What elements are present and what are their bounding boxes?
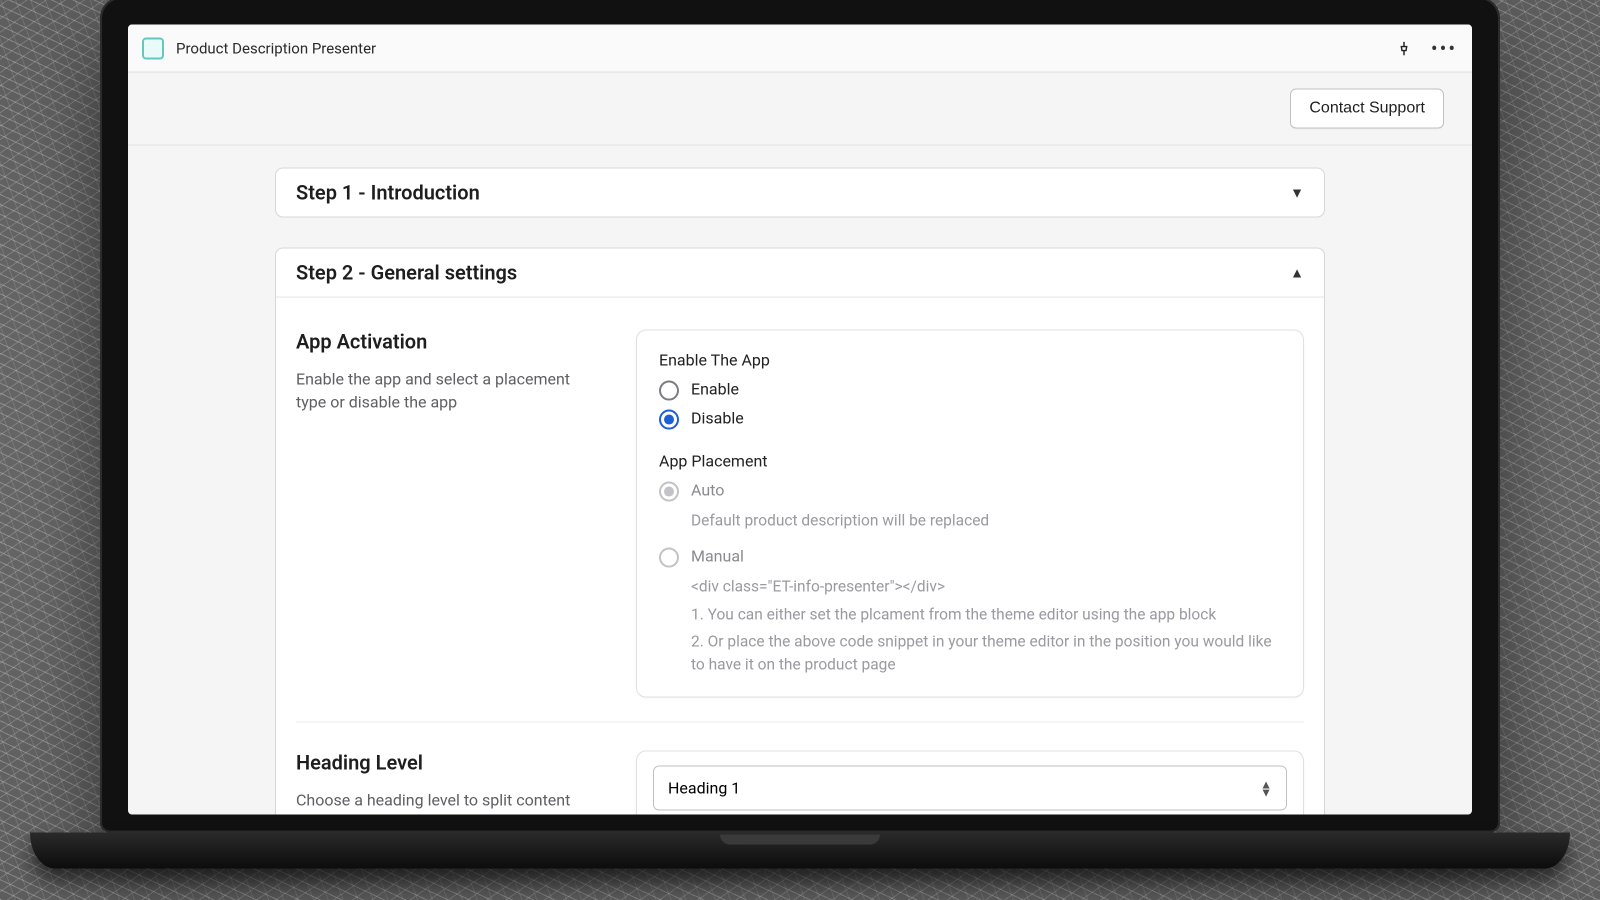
app-activation-desc: Enable the app and select a placement ty… [296,368,596,414]
action-bar: Contact Support [128,73,1472,146]
manual-help2: 2. Or place the above code snippet in yo… [691,630,1281,677]
step2-title: Step 2 - General settings [296,261,517,285]
more-icon[interactable]: ••• [1430,34,1458,62]
heading-level-select[interactable]: Heading 1 ▲▼ [653,766,1287,811]
radio-auto-label: Auto [691,481,724,500]
step1-header[interactable]: Step 1 - Introduction ▼ [276,169,1324,217]
app-activation-heading: App Activation [296,330,596,354]
radio-auto-help: Default product description will be repl… [691,510,1281,533]
laptop-base [30,833,1570,869]
section-heading-level: Heading Level Choose a heading level to … [296,722,1304,815]
placement-label: App Placement [659,452,1281,471]
heading-level-desc: Choose a heading level to split content … [296,789,596,815]
radio-auto-input[interactable] [659,482,679,502]
step2-body: App Activation Enable the app and select… [276,297,1324,815]
radio-enable[interactable]: Enable [659,380,1281,401]
chevron-up-icon: ▲ [1290,264,1304,281]
step2-header[interactable]: Step 2 - General settings ▲ [276,249,1324,297]
radio-enable-input[interactable] [659,381,679,401]
titlebar: Product Description Presenter ••• [128,25,1472,73]
laptop-frame: Product Description Presenter ••• Contac… [100,0,1500,869]
manual-snippet: <div class="ET-info-presenter"></div> [691,576,1281,599]
select-arrows-icon: ▲▼ [1260,780,1272,796]
screen-bezel: Product Description Presenter ••• Contac… [100,0,1500,833]
radio-manual-label: Manual [691,547,744,566]
radio-manual-input[interactable] [659,548,679,568]
step2-accordion: Step 2 - General settings ▲ App Activati… [275,248,1325,815]
app-title: Product Description Presenter [176,39,376,57]
heading-level-card: Heading 1 ▲▼ [636,751,1304,815]
manual-help1: 1. You can either set the plcament from … [691,603,1281,626]
radio-placement-auto[interactable]: Auto [659,481,1281,502]
radio-placement-manual[interactable]: Manual [659,547,1281,568]
heading-level-heading: Heading Level [296,751,596,775]
app-window: Product Description Presenter ••• Contac… [128,25,1472,815]
radio-disable-input[interactable] [659,410,679,430]
section-app-activation: App Activation Enable the app and select… [296,322,1304,722]
enable-label: Enable The App [659,351,1281,370]
radio-disable[interactable]: Disable [659,409,1281,430]
chevron-down-icon: ▼ [1290,184,1304,201]
app-activation-card: Enable The App Enable Disable App Placem [636,330,1304,698]
pin-icon[interactable] [1390,34,1418,62]
heading-level-value: Heading 1 [668,779,740,798]
step1-accordion: Step 1 - Introduction ▼ [275,168,1325,218]
radio-enable-label: Enable [691,380,739,399]
radio-disable-label: Disable [691,409,744,428]
contact-support-button[interactable]: Contact Support [1290,89,1444,129]
step1-title: Step 1 - Introduction [296,181,480,205]
content-area: Step 1 - Introduction ▼ Step 2 - General… [128,146,1472,815]
app-icon [142,37,164,59]
